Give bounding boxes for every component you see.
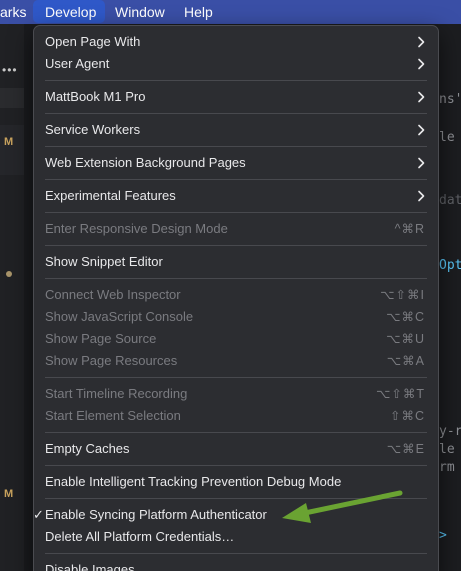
chevron-right-icon: [418, 157, 425, 169]
menu-item-label: Experimental Features: [45, 188, 176, 203]
menu-item-disable-images[interactable]: Disable Images: [34, 559, 438, 571]
background-sidebar-row: [0, 88, 24, 108]
menu-item-empty-caches[interactable]: Empty Caches ⌥⌘E: [34, 438, 438, 460]
menu-separator: [45, 113, 427, 114]
menu-separator: [45, 212, 427, 213]
menu-separator: [45, 465, 427, 466]
menu-item-label: Show Snippet Editor: [45, 254, 163, 269]
menu-item-start-element-selection[interactable]: Start Element Selection ⇧⌘C: [34, 405, 438, 427]
menu-item-label: Start Element Selection: [45, 408, 181, 423]
menu-item-label: Show Page Resources: [45, 353, 178, 368]
chevron-right-icon: [418, 36, 425, 48]
menu-item-label: Disable Images: [45, 562, 135, 571]
editor-text: y-r: [439, 424, 461, 439]
menu-separator: [45, 432, 427, 433]
menu-item-label: Show Page Source: [45, 331, 157, 346]
menu-item-experimental-features[interactable]: Experimental Features: [34, 185, 438, 207]
menubar-item-bookmarks[interactable]: arks: [0, 0, 26, 24]
menu-item-label: Empty Caches: [45, 441, 130, 456]
menu-separator: [45, 80, 427, 81]
menu-separator: [45, 146, 427, 147]
menu-item-label: Connect Web Inspector: [45, 287, 181, 302]
menu-item-connect-web-inspector[interactable]: Connect Web Inspector ⌥⇧⌘I: [34, 284, 438, 306]
menu-item-label: User Agent: [45, 56, 110, 71]
keyboard-shortcut: ⌥⌘A: [386, 354, 425, 368]
background-sidebar-row: [0, 125, 24, 175]
editor-text: le: [439, 130, 455, 145]
keyboard-shortcut: ^⌘R: [394, 222, 425, 236]
menu-item-label: Enable Syncing Platform Authenticator: [45, 507, 267, 522]
keyboard-shortcut: ⌥⌘C: [386, 310, 425, 324]
menu-separator: [45, 553, 427, 554]
menu-item-label: Open Page With: [45, 34, 141, 49]
menu-item-device[interactable]: MattBook M1 Pro: [34, 86, 438, 108]
menubar-item-window[interactable]: Window: [115, 0, 165, 24]
menu-separator: [45, 278, 427, 279]
chevron-right-icon: [418, 190, 425, 202]
status-dot-icon: [6, 271, 12, 277]
menu-item-show-page-source[interactable]: Show Page Source ⌥⌘U: [34, 328, 438, 350]
modified-badge: M: [4, 136, 14, 148]
menu-item-label: Enter Responsive Design Mode: [45, 221, 228, 236]
menu-item-label: Service Workers: [45, 122, 141, 137]
menu-item-show-page-resources[interactable]: Show Page Resources ⌥⌘A: [34, 350, 438, 372]
editor-text: rm: [439, 460, 455, 475]
menu-item-web-extension-bg-pages[interactable]: Web Extension Background Pages: [34, 152, 438, 174]
checkmark-icon: ✓: [33, 507, 44, 522]
menu-separator: [45, 245, 427, 246]
menu-item-open-page-with[interactable]: Open Page With: [34, 31, 438, 53]
keyboard-shortcut: ⌥⇧⌘T: [375, 387, 425, 401]
menubar-item-help[interactable]: Help: [184, 0, 213, 24]
keyboard-shortcut: ⌥⌘E: [386, 442, 425, 456]
menu-item-label: Web Extension Background Pages: [45, 155, 246, 170]
menu-separator: [45, 179, 427, 180]
menu-item-show-snippet-editor[interactable]: Show Snippet Editor: [34, 251, 438, 273]
editor-text: le: [439, 442, 455, 457]
menu-item-user-agent[interactable]: User Agent: [34, 53, 438, 75]
menu-item-label: Delete All Platform Credentials…: [45, 529, 235, 544]
menubar-item-develop[interactable]: Develop: [33, 0, 105, 23]
modified-badge: M: [4, 488, 14, 500]
menu-item-label: Start Timeline Recording: [45, 386, 188, 401]
menu-item-start-timeline-recording[interactable]: Start Timeline Recording ⌥⇧⌘T: [34, 383, 438, 405]
chevron-right-icon: [418, 91, 425, 103]
menu-item-show-javascript-console[interactable]: Show JavaScript Console ⌥⌘C: [34, 306, 438, 328]
menu-item-delete-platform-credentials[interactable]: Delete All Platform Credentials…: [34, 526, 438, 548]
menu-item-label: Show JavaScript Console: [45, 309, 194, 324]
annotation-arrow-icon: [282, 490, 403, 523]
editor-text: Opt: [439, 258, 461, 273]
editor-text: dat: [439, 193, 461, 208]
menu-item-label: MattBook M1 Pro: [45, 89, 146, 104]
keyboard-shortcut: ⇧⌘C: [389, 409, 425, 423]
menu-item-service-workers[interactable]: Service Workers: [34, 119, 438, 141]
keyboard-shortcut: ⌥⌘U: [386, 332, 425, 346]
keyboard-shortcut: ⌥⇧⌘I: [380, 288, 425, 302]
system-menubar: arks Develop Window Help: [0, 0, 461, 24]
chevron-right-icon: [418, 58, 425, 70]
chevron-right-icon: [418, 124, 425, 136]
editor-text: >: [439, 528, 447, 543]
menu-separator: [45, 377, 427, 378]
menu-item-responsive-design-mode[interactable]: Enter Responsive Design Mode ^⌘R: [34, 218, 438, 240]
editor-text: ns': [439, 92, 461, 107]
more-icon[interactable]: •••: [2, 63, 18, 77]
